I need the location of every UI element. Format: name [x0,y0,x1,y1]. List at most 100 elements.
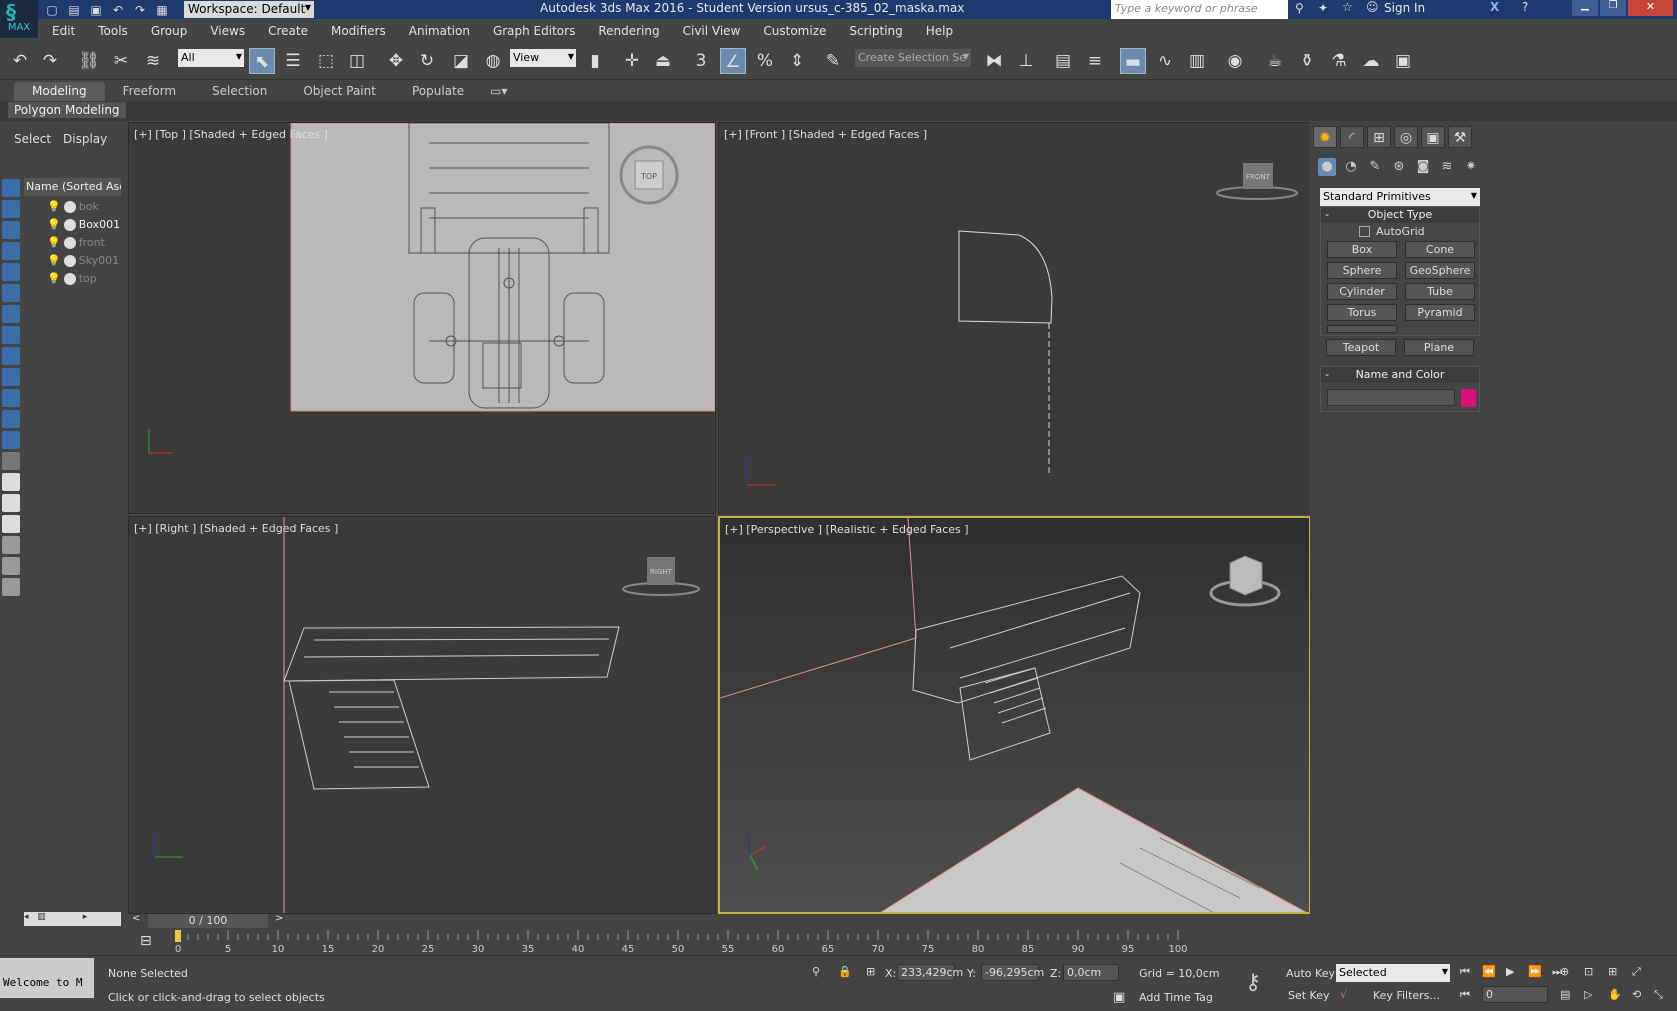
maxscript-listener[interactable]: Welcome to M [0,958,94,998]
toggle-scene-explorer-icon[interactable]: ▤ [1050,48,1076,74]
move-icon[interactable]: ✥ [383,48,409,74]
tube-button[interactable]: Tube [1405,283,1475,300]
light-bulb-icon[interactable]: 💡 [47,254,61,267]
display-frozen-icon[interactable] [2,431,20,449]
box-button[interactable]: Box [1327,241,1397,258]
polygon-modeling-panel[interactable]: Polygon Modeling [8,102,126,118]
a360-gallery-icon[interactable]: ▣ [1390,48,1416,74]
torus-button[interactable]: Torus [1327,304,1397,321]
placement-icon[interactable]: ◍ [480,48,506,74]
menu-civil-view[interactable]: Civil View [683,24,741,38]
maximize-viewport-icon[interactable]: ⤢ [1632,965,1641,979]
schematic-view-icon[interactable]: ▥ [1184,48,1210,74]
display-bones-icon[interactable] [2,389,20,407]
lights-icon[interactable]: ✎ [1366,158,1384,176]
helpers-icon[interactable]: ◙ [1414,158,1432,176]
time-configuration-icon[interactable]: ▤ [1560,988,1570,1001]
mini-curve-editor-icon[interactable]: ⊟ [140,933,152,949]
light-bulb-icon[interactable]: 💡 [47,218,61,231]
find-icon[interactable] [2,557,20,575]
visibility-icon[interactable] [63,272,76,285]
isolate-selection-icon[interactable]: ⚲ [812,965,820,978]
pyramid-button[interactable]: Pyramid [1405,304,1475,321]
select-and-manipulate-icon[interactable]: ✛ [619,48,645,74]
rectangular-selection-icon[interactable]: ⬚ [313,48,339,74]
geosphere-button[interactable]: GeoSphere [1405,262,1475,279]
minimize-button[interactable]: ▁ [1572,0,1598,16]
spinner-snap-icon[interactable]: ⇕ [784,48,810,74]
play-icon[interactable]: ▶ [1506,965,1514,978]
utilities-tab-icon[interactable]: ⚒ [1448,126,1472,148]
restore-button[interactable]: ❐ [1600,0,1626,16]
display-space-warps-icon[interactable] [2,326,20,344]
scale-icon[interactable]: ◪ [448,48,474,74]
display-xrefs-icon[interactable] [2,368,20,386]
selection-filter-dropdown[interactable]: All [178,49,244,67]
display-geometry-icon[interactable] [2,221,20,239]
sign-in-link[interactable]: Sign In [1384,1,1425,15]
motion-tab-icon[interactable]: ◎ [1394,126,1418,148]
zoom-icon[interactable]: ⊕ [1560,965,1569,978]
redo-icon[interactable]: ↷ [37,48,63,74]
rendered-frame-window-icon[interactable]: ⚱ [1294,48,1320,74]
display-hidden-icon[interactable] [2,452,20,470]
snaps-toggle-icon[interactable]: 3 [688,48,714,74]
systems-icon[interactable]: ✷ [1462,158,1480,176]
name-column-header[interactable]: Name (Sorted Ascen [24,178,121,196]
auto-key-button[interactable]: Auto Key [1286,967,1335,980]
orbit-icon[interactable]: ⟲ [1632,988,1641,1001]
viewcube-right[interactable]: RIGHT [622,557,700,596]
viewport-label[interactable]: [+] [Right ] [Shaded + Edged Faces ] [134,522,338,535]
help-icon[interactable]: ? [1522,0,1528,14]
field-of-view-icon[interactable]: ▷ [1584,988,1592,1001]
percent-snap-icon[interactable]: % [752,48,778,74]
cylinder-button[interactable]: Cylinder [1327,283,1397,300]
x-coordinate-field[interactable]: 233,429cm [897,964,963,981]
next-frame-icon[interactable]: ⏩ [1528,965,1542,978]
material-editor-icon[interactable]: ◉ [1222,48,1248,74]
modify-tab-icon[interactable]: ◜ [1340,126,1364,148]
menu-graph-editors[interactable]: Graph Editors [493,24,575,38]
display-tab-icon[interactable]: ▣ [1421,126,1445,148]
set-key-icon[interactable]: ⚷ [1245,970,1261,995]
subscription-icon[interactable]: ✦ [1318,1,1328,15]
filter-icon[interactable] [2,536,20,554]
viewport-perspective[interactable]: [+] [Perspective ] [Realistic + Edged Fa… [718,516,1311,914]
tab-populate[interactable]: Populate [394,82,482,101]
viewport-label[interactable]: [+] [Top ] [Shaded + Edged Faces ] [134,128,328,141]
use-pivot-center-icon[interactable]: ▮ [582,48,608,74]
display-cameras-icon[interactable] [2,284,20,302]
layer-explorer-icon[interactable]: ≡ [1082,48,1108,74]
key-mode-toggle-icon[interactable]: ⏮ [1460,988,1470,1002]
add-time-tag[interactable]: Add Time Tag [1139,991,1213,1004]
mirror-icon[interactable]: ⧓ [981,48,1007,74]
shapes-icon[interactable]: ◔ [1342,158,1360,176]
search-input[interactable]: Type a keyword or phrase [1111,0,1288,19]
time-slider-next-icon[interactable]: > [275,913,283,924]
key-mode-dropdown[interactable]: Selected [1336,964,1450,982]
object-type-header[interactable]: Object Type [1321,207,1479,223]
primitive-type-dropdown[interactable]: Standard Primitives [1320,188,1480,206]
curve-editor-icon[interactable]: ∿ [1152,48,1178,74]
display-all-icon[interactable] [2,200,20,218]
geometry-icon[interactable]: ● [1318,158,1336,176]
light-bulb-icon[interactable]: 💡 [47,200,61,213]
unlink-icon[interactable]: ✂ [108,48,134,74]
menu-help[interactable]: Help [926,24,953,38]
zoom-extents-all-icon[interactable]: ⊞ [1608,965,1617,978]
display-none-icon[interactable] [2,179,20,197]
angle-snap-icon[interactable]: ∠ [720,48,746,74]
track-bar[interactable]: 0 5 10 15 20 25 30 35 40 45 50 55 60 65 70 75 80 85 90 95 10… [128,930,1311,956]
app-logo[interactable]: § MAX [0,0,38,38]
new-file-icon[interactable]: ▢ [44,2,60,18]
list-item[interactable]: 💡 Sky001 [47,252,119,269]
display-helpers-icon[interactable] [2,305,20,323]
key-tangent-icon[interactable]: √ [1340,988,1347,1001]
object-name-input[interactable] [1327,389,1455,406]
tab-modeling[interactable]: Modeling [14,82,105,101]
current-frame-marker[interactable] [175,930,181,942]
light-bulb-icon[interactable]: 💡 [47,236,61,249]
viewcube-perspective[interactable] [1209,555,1281,607]
visibility-icon[interactable] [63,218,76,231]
menu-edit[interactable]: Edit [52,24,75,38]
